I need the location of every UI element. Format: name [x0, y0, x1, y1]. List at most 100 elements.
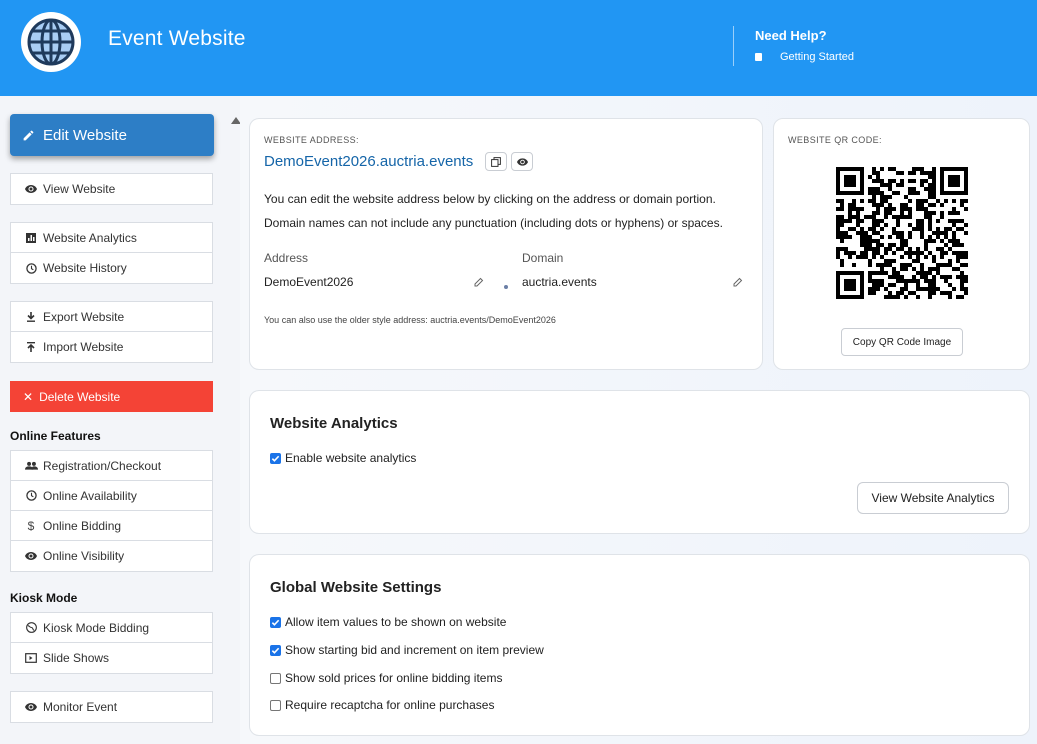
separator-dot	[504, 285, 508, 289]
pencil-icon	[23, 130, 34, 140]
show-sold-prices-checkbox[interactable]	[270, 672, 281, 684]
edit-address-icon[interactable]	[473, 276, 485, 288]
website-qr-label: WEBSITE QR CODE:	[788, 135, 882, 145]
edit-domain-icon[interactable]	[732, 276, 744, 288]
eye-icon	[24, 185, 38, 193]
require-recaptcha-option[interactable]: Require recaptcha for online purchases	[270, 698, 494, 712]
enable-analytics-label: Enable website analytics	[285, 451, 417, 465]
view-website-analytics-button[interactable]: View Website Analytics	[857, 482, 1009, 514]
view-website-label: View Website	[43, 182, 116, 196]
older-address-note: You can also use the older style address…	[264, 315, 556, 325]
website-address-line: DemoEvent2026.auctria.events	[264, 152, 534, 171]
sidebar-item-website-history[interactable]: Website History	[11, 253, 212, 283]
domain-field-label: Domain	[522, 251, 564, 265]
dollar-icon: $	[27, 518, 35, 533]
sidebar-item-kiosk-mode-bidding[interactable]: Kiosk Mode Bidding	[11, 613, 212, 643]
copy-qr-code-button[interactable]: Copy QR Code Image	[841, 328, 963, 356]
getting-started-label: Getting Started	[780, 51, 854, 63]
getting-started-link[interactable]: Getting Started	[755, 51, 854, 63]
analytics-card-title: Website Analytics	[270, 415, 398, 432]
close-icon: ✕	[23, 389, 34, 404]
website-qr-card: WEBSITE QR CODE: Copy QR Code Image	[773, 118, 1030, 370]
website-history-label: Website History	[43, 261, 127, 275]
copy-address-button[interactable]	[485, 152, 508, 171]
copy-icon	[491, 156, 502, 167]
kiosk-mode-bidding-label: Kiosk Mode Bidding	[43, 620, 150, 635]
require-recaptcha-label: Require recaptcha for online purchases	[285, 698, 495, 712]
global-website-settings-card: Global Website Settings Allow item value…	[249, 554, 1030, 736]
eye-icon	[24, 552, 38, 560]
sidebar-item-online-visibility[interactable]: Online Visibility	[11, 541, 212, 571]
website-address-label: WEBSITE ADDRESS:	[264, 135, 359, 145]
online-availability-label: Online Availability	[43, 488, 137, 503]
sidebar-item-registration-checkout[interactable]: Registration/Checkout	[11, 451, 212, 481]
enable-analytics-checkbox[interactable]	[270, 452, 281, 464]
export-website-label: Export Website	[43, 309, 125, 324]
help-divider	[733, 26, 734, 66]
preview-website-button[interactable]	[511, 152, 534, 171]
sidebar-item-monitor-event[interactable]: Monitor Event	[11, 692, 212, 722]
app-header: Event Website Need Help? Getting Started	[0, 0, 1037, 96]
online-bidding-label: Online Bidding	[43, 518, 122, 533]
address-field-value[interactable]: DemoEvent2026	[264, 275, 353, 289]
sidebar-item-website-analytics[interactable]: Website Analytics	[11, 223, 212, 253]
allow-item-values-option[interactable]: Allow item values to be shown on website	[270, 615, 506, 629]
slideshow-icon	[24, 653, 38, 663]
domain-field-value[interactable]: auctria.events	[522, 275, 597, 289]
delete-website-label: Delete Website	[39, 389, 121, 404]
monitor-event-label: Monitor Event	[43, 700, 118, 714]
sidebar-item-online-bidding[interactable]: $ Online Bidding	[11, 511, 212, 541]
kiosk-mode-heading: Kiosk Mode	[10, 591, 78, 605]
app-title: Event Website	[108, 27, 246, 50]
website-address-link[interactable]: DemoEvent2026.auctria.events	[264, 153, 473, 170]
online-visibility-label: Online Visibility	[43, 549, 125, 563]
people-icon	[24, 461, 38, 470]
online-features-group: Registration/Checkout Online Availabilit…	[10, 450, 213, 572]
show-starting-bid-label: Show starting bid and increment on item …	[285, 643, 544, 657]
slide-shows-label: Slide Shows	[43, 651, 110, 665]
view-group: View Website	[10, 173, 213, 205]
registration-checkout-label: Registration/Checkout	[43, 458, 162, 473]
bar-chart-icon	[24, 232, 38, 243]
delete-website-button[interactable]: ✕ Delete Website	[10, 381, 213, 412]
edit-website-label: Edit Website	[43, 126, 127, 144]
website-analytics-card: Website Analytics Enable website analyti…	[249, 390, 1030, 534]
sidebar-item-slide-shows[interactable]: Slide Shows	[11, 643, 212, 673]
clock-icon	[24, 490, 38, 501]
monitor-group: Monitor Event	[10, 691, 213, 723]
allow-item-values-checkbox[interactable]	[270, 616, 281, 628]
analytics-group: Website Analytics Website History	[10, 222, 213, 284]
show-sold-prices-label: Show sold prices for online bidding item…	[285, 671, 503, 685]
export-import-group: Export Website Import Website	[10, 301, 213, 363]
eye-icon	[516, 157, 528, 166]
sidebar-item-import-website[interactable]: Import Website	[11, 332, 212, 362]
upload-icon	[24, 342, 38, 352]
show-starting-bid-checkbox[interactable]	[270, 644, 281, 656]
sidebar-item-export-website[interactable]: Export Website	[11, 302, 212, 332]
import-website-label: Import Website	[43, 340, 124, 354]
sidebar-item-view-website[interactable]: View Website	[11, 174, 212, 204]
qr-code-image	[836, 167, 968, 299]
global-settings-title: Global Website Settings	[270, 579, 442, 596]
sidebar: Edit Website View Website Website Analyt…	[0, 96, 228, 744]
show-starting-bid-option[interactable]: Show starting bid and increment on item …	[270, 643, 544, 657]
online-features-heading: Online Features	[10, 429, 101, 443]
sidebar-item-online-availability[interactable]: Online Availability	[11, 481, 212, 511]
website-address-card: WEBSITE ADDRESS: DemoEvent2026.auctria.e…	[249, 118, 763, 370]
domain-rules-info: Domain names can not include any punctua…	[264, 216, 723, 230]
globe-icon	[21, 12, 81, 72]
website-analytics-label: Website Analytics	[43, 230, 137, 245]
edit-website-button[interactable]: Edit Website	[10, 114, 214, 156]
require-recaptcha-checkbox[interactable]	[270, 699, 281, 711]
clock-icon	[24, 262, 38, 274]
address-field-label: Address	[264, 251, 309, 265]
address-edit-info: You can edit the website address below b…	[264, 192, 716, 206]
enable-analytics-option[interactable]: Enable website analytics	[270, 451, 416, 465]
book-icon	[755, 53, 762, 61]
kiosk-mode-group: Kiosk Mode Bidding Slide Shows	[10, 612, 213, 674]
show-sold-prices-option[interactable]: Show sold prices for online bidding item…	[270, 671, 502, 685]
help-title: Need Help?	[755, 28, 827, 43]
eye-icon	[24, 703, 38, 711]
download-icon	[24, 311, 38, 322]
globe-icon	[24, 622, 38, 633]
